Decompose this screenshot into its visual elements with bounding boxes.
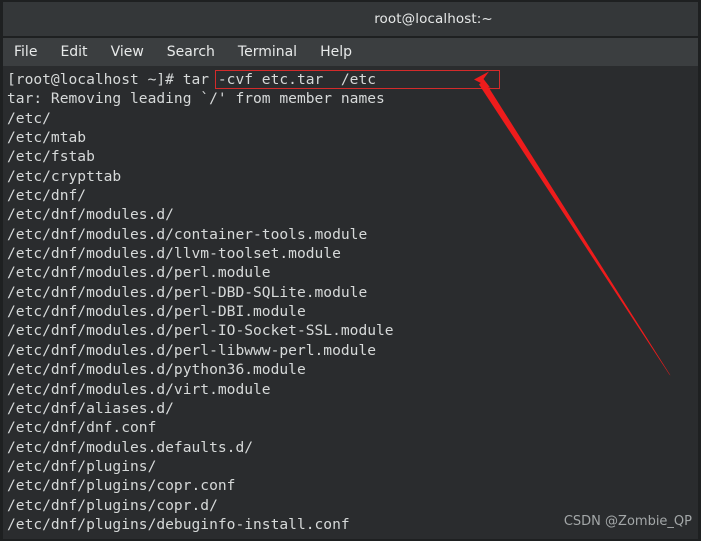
window-titlebar[interactable]: root@localhost:~	[3, 2, 698, 36]
terminal-line: /etc/dnf/modules.d/virt.module	[7, 380, 271, 398]
terminal-line: /etc/mtab	[7, 129, 87, 147]
terminal-line: /etc/dnf/modules.d/perl-DBD-SQLite.modul…	[7, 283, 368, 301]
terminal-line: [root@localhost ~]# tar -cvf etc.tar /et…	[7, 71, 377, 88]
terminal-output-area[interactable]: [root@localhost ~]# tar -cvf etc.tar /et…	[3, 66, 698, 539]
menubar: File Edit View Search Terminal Help	[3, 38, 698, 66]
terminal-line: /etc/dnf/modules.d/container-tools.modul…	[7, 225, 368, 243]
terminal-line: /etc/dnf/modules.d/perl-IO-Socket-SSL.mo…	[7, 322, 394, 340]
menu-item-terminal[interactable]: Terminal	[238, 44, 297, 60]
menu-item-view[interactable]: View	[111, 44, 144, 60]
menu-item-edit[interactable]: Edit	[60, 44, 87, 60]
menu-item-file[interactable]: File	[14, 44, 37, 60]
terminal-line: /etc/dnf/modules.d/perl-libwww-perl.modu…	[7, 341, 377, 359]
terminal-line: /etc/dnf/aliases.d/	[7, 399, 174, 417]
terminal-line: /etc/dnf/modules.d/	[7, 206, 174, 224]
terminal-line: /etc/	[7, 109, 51, 127]
terminal-line: /etc/dnf/plugins/copr.d/	[7, 496, 218, 514]
menu-item-search[interactable]: Search	[167, 44, 215, 60]
terminal-line: /etc/fstab	[7, 148, 95, 166]
terminal-line: tar: Removing leading `/' from member na…	[7, 90, 385, 108]
window-title: root@localhost:~	[374, 11, 493, 27]
terminal-line: /etc/dnf/modules.d/python36.module	[7, 361, 306, 379]
terminal-line: /etc/dnf/plugins/	[7, 457, 157, 475]
terminal-line: /etc/dnf/modules.defaults.d/	[7, 438, 254, 456]
terminal-line: /etc/dnf/modules.d/llvm-toolset.module	[7, 245, 341, 263]
terminal-line: /etc/dnf/modules.d/perl.module	[7, 264, 271, 282]
menu-item-help[interactable]: Help	[320, 44, 352, 60]
terminal-line: /etc/dnf/dnf.conf	[7, 419, 157, 437]
terminal-line: /etc/dnf/	[7, 187, 87, 205]
terminal-window-screenshot: root@localhost:~ File Edit View Search T…	[0, 0, 701, 541]
watermark-text: CSDN @Zombie_QP	[563, 514, 692, 529]
terminal-line: /etc/dnf/modules.d/perl-DBI.module	[7, 303, 306, 321]
terminal-line: /etc/crypttab	[7, 167, 122, 185]
terminal-line: /etc/dnf/plugins/copr.conf	[7, 477, 236, 495]
